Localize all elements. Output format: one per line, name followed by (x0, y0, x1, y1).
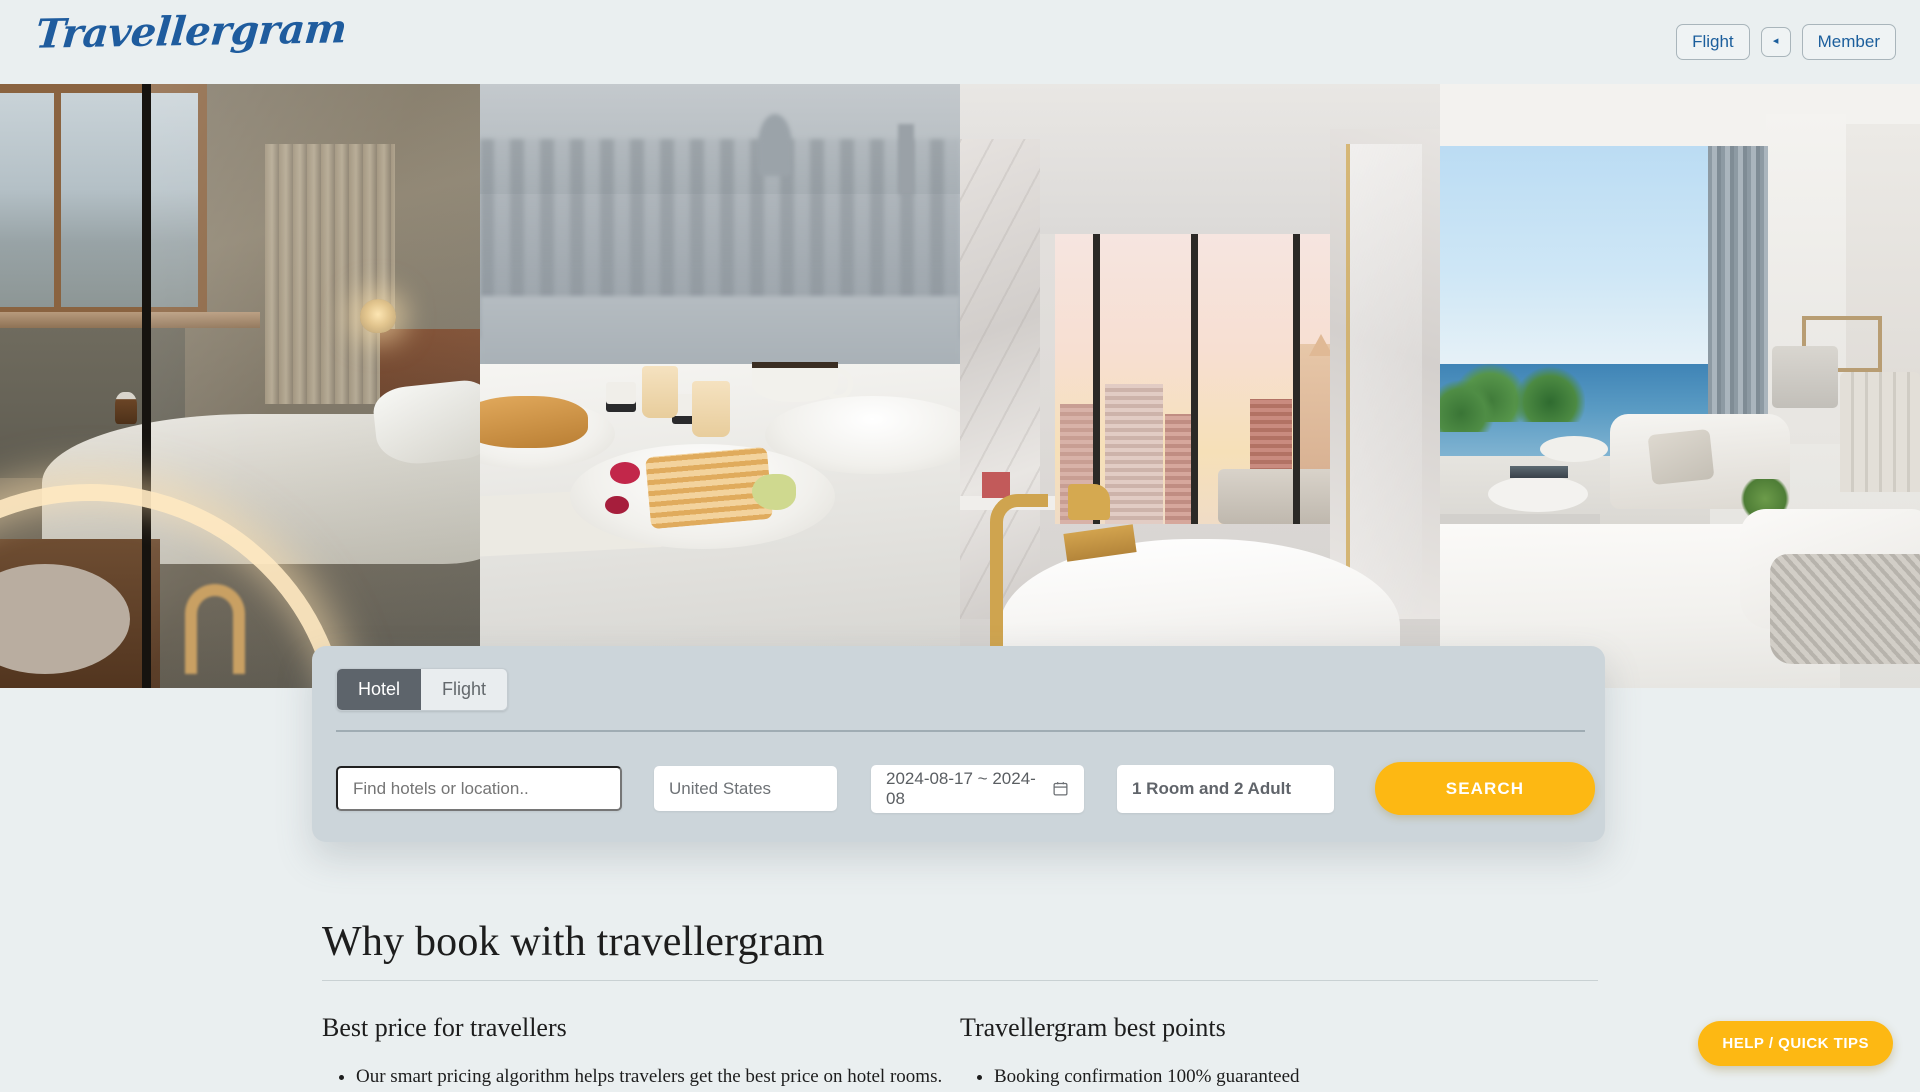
hero-image-strip (0, 84, 1920, 688)
search-panel: Hotel Flight United States 2024-08-17 ~ … (312, 646, 1605, 842)
decor-curtain (265, 144, 395, 404)
hero-image-breakfast (480, 84, 960, 688)
decor-jam-jar (606, 382, 636, 404)
search-button[interactable]: SEARCH (1375, 762, 1595, 815)
why-column-heading: Travellergram best points (960, 1013, 1598, 1043)
site-logo[interactable]: Travellergram (34, 5, 349, 57)
why-column-list: Our smart pricing algorithm helps travel… (322, 1063, 960, 1092)
why-column-list: Booking confirmation 100% guaranteed (960, 1063, 1598, 1092)
decor-croissant (480, 396, 588, 448)
decor-coffee-table (1488, 476, 1588, 512)
decor-window-mullion (1191, 234, 1198, 524)
decor-side-table (1540, 436, 1608, 462)
decor-parfait-glass (642, 366, 678, 418)
decor-palm-tree (1440, 370, 1494, 432)
decor-tower (898, 124, 914, 194)
decor-palm-tree (1515, 356, 1585, 422)
tab-flight[interactable]: Flight (421, 669, 507, 710)
help-quick-tips-button[interactable]: HELP / QUICK TIPS (1698, 1021, 1893, 1066)
date-range-picker[interactable]: 2024-08-17 ~ 2024-08 (871, 765, 1084, 813)
decor-dome (758, 114, 792, 176)
decor-windowsill (0, 312, 260, 328)
flight-button[interactable]: Flight (1676, 24, 1750, 60)
panel-divider (336, 730, 1585, 732)
site-header: Travellergram Flight ◂ Member (0, 0, 1920, 84)
country-value: United States (669, 779, 771, 799)
decor-headboard (1840, 372, 1920, 492)
hero-image-bathroom (960, 84, 1440, 688)
decor-raspberry (605, 496, 629, 514)
decor-building (1105, 384, 1163, 524)
decor-sky (1440, 146, 1710, 364)
hero-image-hotel-room (0, 84, 480, 688)
decor-curtain (1708, 146, 1768, 456)
why-column-heading: Best price for travellers (322, 1013, 960, 1043)
tab-hotel[interactable]: Hotel (337, 669, 421, 710)
member-button[interactable]: Member (1802, 24, 1896, 60)
search-fields-row: United States 2024-08-17 ~ 2024-08 1 Roo… (336, 762, 1595, 815)
decor-parfait-glass (692, 381, 730, 437)
decor-gold-tap (1068, 484, 1110, 520)
list-item: Booking confirmation 100% guaranteed (994, 1063, 1598, 1092)
why-book-section: Why book with travellergram Best price f… (322, 918, 1598, 1092)
decor-pillow (371, 378, 480, 468)
hero-image-ocean-suite (1440, 84, 1920, 688)
header-actions: Flight ◂ Member (1676, 24, 1896, 60)
decor-raspberry (610, 462, 640, 484)
decor-table-lamp (1772, 346, 1838, 408)
decor-window-mullion (1093, 234, 1100, 524)
collapse-arrow-icon[interactable]: ◂ (1761, 27, 1791, 57)
rooms-guests-selector[interactable]: 1 Room and 2 Adult (1117, 765, 1334, 813)
list-item: Our smart pricing algorithm helps travel… (356, 1063, 960, 1092)
search-type-tabs: Hotel Flight (336, 668, 508, 711)
decor-coffee-cup (752, 362, 838, 402)
decor-glass-door (1346, 144, 1422, 614)
decor-books (1510, 466, 1568, 478)
destination-input[interactable] (336, 766, 622, 811)
rooms-guests-value: 1 Room and 2 Adult (1132, 779, 1291, 799)
decor-river (480, 296, 960, 370)
decor-window-mullion (1293, 234, 1300, 524)
decor-handbag (115, 392, 137, 424)
decor-throw-blanket (1770, 554, 1920, 664)
calendar-icon (1052, 780, 1069, 797)
decor-pendant-lamp (360, 299, 396, 333)
decor-fruit-garnish (752, 474, 796, 510)
decor-book (982, 472, 1010, 498)
why-book-title: Why book with travellergram (322, 918, 1598, 981)
decor-window (0, 84, 207, 316)
country-select[interactable]: United States (654, 766, 837, 811)
decor-cushion (1648, 429, 1715, 485)
date-range-value: 2024-08-17 ~ 2024-08 (886, 769, 1052, 809)
